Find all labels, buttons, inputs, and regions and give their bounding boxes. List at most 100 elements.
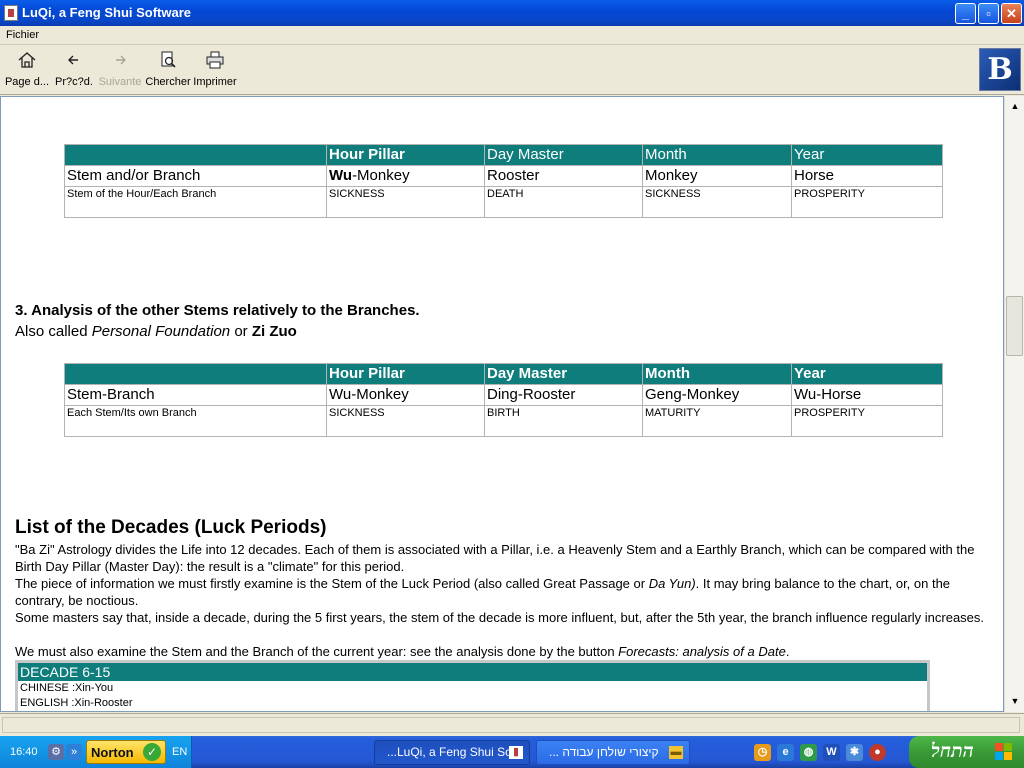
back-label: Pr?c?d. (55, 76, 93, 88)
table-row: Each Stem/Its own Branch SICKNESS BIRTH … (64, 405, 943, 437)
table-header-cell: Month (642, 144, 792, 166)
decades-paragraph-4: We must also examine the Stem and the Br… (15, 643, 990, 660)
norton-check-icon: ✓ (143, 743, 161, 761)
search-label: Chercher (145, 76, 191, 88)
clock-icon[interactable]: ◷ (754, 744, 771, 761)
printer-icon (205, 50, 225, 70)
tray-expand-icon[interactable]: » (66, 744, 82, 760)
close-button[interactable]: ✕ (1001, 3, 1022, 24)
table-row: Stem of the Hour/Each Branch SICKNESS DE… (64, 186, 943, 218)
forward-label: Suivante (98, 76, 142, 88)
table-cell: Monkey (642, 165, 792, 187)
table-header-row: Hour Pillar Day Master Month Year (64, 144, 943, 166)
content-area[interactable]: Hour Pillar Day Master Month Year Stem a… (0, 96, 1004, 712)
word-icon[interactable]: W (823, 744, 840, 761)
toolbar: Page d... Pr?c?d. Suivante Chercher Impr… (0, 46, 1024, 95)
back-button[interactable]: Pr?c?d. (54, 48, 94, 92)
table-header-cell (64, 363, 327, 385)
status-bar (0, 713, 1024, 735)
clock[interactable]: 16:40 (10, 746, 38, 758)
status-cell (2, 717, 1020, 733)
norton-label: Norton (91, 745, 134, 760)
norton-button[interactable]: Norton ✓ (86, 740, 166, 764)
table-header-cell: Month (642, 363, 792, 385)
home-label: Page d... (4, 76, 50, 88)
start-button[interactable]: התחל (909, 736, 1024, 768)
table-header-cell: Hour Pillar (326, 363, 485, 385)
table-row-label: Each Stem/Its own Branch (64, 405, 327, 437)
table-cell: Wu-Monkey (326, 165, 485, 187)
table-cell: Wu-Horse (791, 384, 943, 406)
globe-icon[interactable]: ◍ (800, 744, 817, 761)
back-arrow-icon (64, 50, 84, 70)
vertical-scrollbar[interactable]: ▲ ▼ (1004, 96, 1024, 712)
folder-icon: ▬ (669, 746, 683, 759)
section-3-subtitle: Also called Personal Foundation or Zi Zu… (15, 323, 297, 340)
table-cell: PROSPERITY (791, 186, 943, 218)
table-cell: SICKNESS (326, 405, 485, 437)
table-cell: DEATH (484, 186, 643, 218)
minimize-button[interactable]: _ (955, 3, 976, 24)
paragraph-text: We must also examine the Stem and the Br… (15, 644, 619, 659)
scroll-up-icon[interactable]: ▲ (1008, 99, 1022, 113)
table-header-cell: Year (791, 144, 943, 166)
scroll-down-icon[interactable]: ▼ (1008, 694, 1022, 708)
table-header-row: Hour Pillar Day Master Month Year (64, 363, 943, 385)
table-cell: Wu-Monkey (326, 384, 485, 406)
paragraph-italic: Da Yun) (648, 576, 696, 591)
media-icon[interactable]: ● (869, 744, 886, 761)
taskbar: 16:40 ⚙ » Norton ✓ EN ...LuQi, a Feng Sh… (0, 736, 1024, 768)
forward-button[interactable]: Suivante (98, 48, 142, 92)
table-row: Stem-Branch Wu-Monkey Ding-Rooster Geng-… (64, 384, 943, 406)
title-bar[interactable]: LuQi, a Feng Shui Software _ ▫ ✕ (0, 0, 1024, 26)
scroll-thumb[interactable] (1006, 296, 1023, 356)
menu-file[interactable]: Fichier (6, 29, 39, 41)
language-indicator[interactable]: EN (172, 746, 187, 758)
system-tray: 16:40 ⚙ » Norton ✓ EN (0, 736, 192, 768)
app-icon[interactable] (4, 5, 18, 21)
network-icon[interactable]: ⚙ (48, 744, 64, 760)
table-row-label: Stem and/or Branch (64, 165, 327, 187)
table-cell: PROSPERITY (791, 405, 943, 437)
table-header-cell: Day Master (484, 363, 643, 385)
decade-box: DECADE 6-15 CHINESE :Xin-You ENGLISH :Xi… (15, 660, 930, 711)
table-row-label: Stem of the Hour/Each Branch (64, 186, 327, 218)
search-button[interactable]: Chercher (145, 48, 191, 92)
print-label: Imprimer (193, 76, 237, 88)
windows-flag-icon (995, 743, 1013, 761)
brand-logo: B (979, 48, 1021, 91)
start-label: התחל (931, 740, 974, 762)
subtitle-text: Also called (15, 323, 92, 340)
table-cell: Geng-Monkey (642, 384, 792, 406)
task-label: ...LuQi, a Feng Shui Sof (387, 745, 516, 759)
table-row: Stem and/or Branch Wu-Monkey Rooster Mon… (64, 165, 943, 187)
forward-arrow-icon (110, 50, 130, 70)
task-desktop-shortcuts[interactable]: ... קיצורי שולחן עבודה ▬ (536, 740, 690, 765)
window-title: LuQi, a Feng Shui Software (22, 5, 192, 20)
menu-bar: Fichier (0, 26, 1024, 45)
home-button[interactable]: Page d... (4, 48, 50, 92)
home-icon (17, 50, 37, 70)
paragraph-text: The piece of information we must firstly… (15, 576, 649, 591)
table-cell: SICKNESS (642, 186, 792, 218)
subtitle-bold: Zi Zuo (251, 323, 297, 340)
section-3-heading: 3. Analysis of the other Stems relativel… (15, 302, 420, 319)
print-button[interactable]: Imprimer (193, 48, 237, 92)
table-header-cell: Year (791, 363, 943, 385)
decade-title: DECADE 6-15 (18, 663, 927, 681)
task-label: ... קיצורי שולחן עבודה (549, 745, 659, 759)
task-luqi[interactable]: ...LuQi, a Feng Shui Sof ▮ (374, 740, 530, 765)
table-cell: Horse (791, 165, 943, 187)
subtitle-or: or (230, 323, 252, 340)
subtitle-italic: Personal Foundation (91, 323, 231, 340)
search-icon (158, 50, 178, 70)
pillar-table-2: Hour Pillar Day Master Month Year Stem-B… (64, 363, 943, 437)
settings-icon[interactable]: ✱ (846, 744, 863, 761)
table-cell: BIRTH (484, 405, 643, 437)
ie-icon[interactable]: e (777, 744, 794, 761)
decades-paragraph-1: "Ba Zi" Astrology divides the Life into … (15, 542, 975, 574)
forecasts-link: Forecasts: analysis of a Date (618, 644, 786, 659)
maximize-button[interactable]: ▫ (978, 3, 999, 24)
table-header-cell: Day Master (484, 144, 643, 166)
decades-paragraph-3: Some masters say that, inside a decade, … (15, 610, 985, 625)
